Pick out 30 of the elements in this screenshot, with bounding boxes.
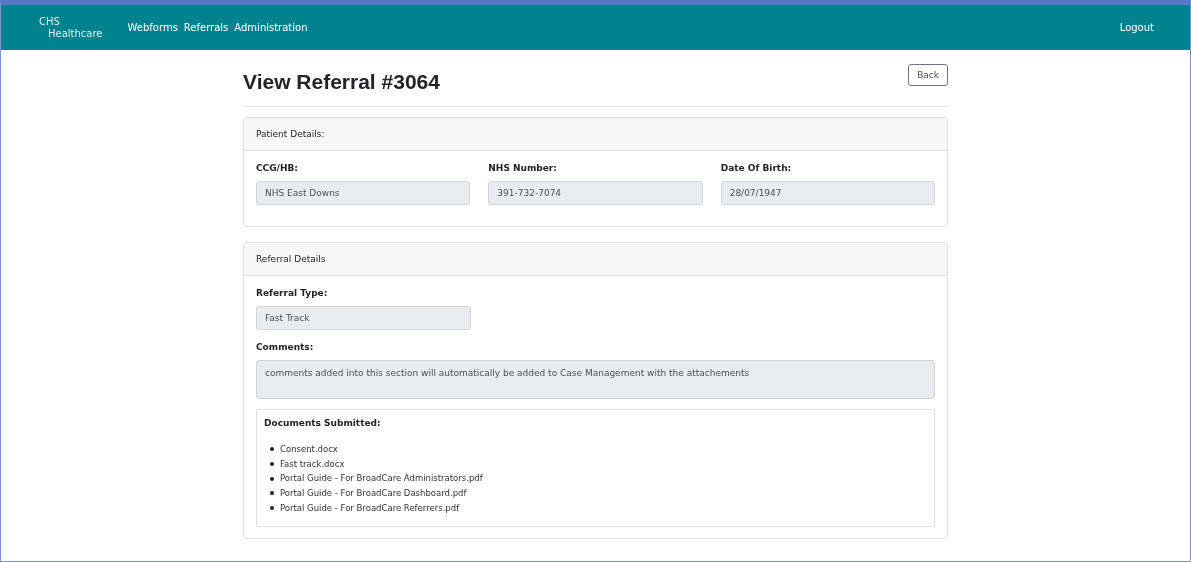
field-label: Comments: <box>256 342 315 352</box>
input-field[interactable]: 28/07/1947 <box>720 181 935 205</box>
documents-title: Documents Submitted: <box>264 418 382 428</box>
input-field[interactable]: 391-732-7074 <box>488 181 703 205</box>
bullet-icon <box>270 476 274 481</box>
comments-textarea[interactable]: comments added into this section will automatically be added to Case Management with the attachements <box>256 360 935 399</box>
logo[interactable]: CHS Healthcare <box>39 14 103 41</box>
bullet-icon <box>270 506 274 511</box>
bullet-icon <box>270 491 274 496</box>
input-field[interactable]: NHS East Downs <box>256 181 471 205</box>
field-label: Referral Type: <box>256 288 329 298</box>
nav-link[interactable]: Webforms <box>127 22 178 33</box>
document-link[interactable]: Consent.docx <box>280 442 338 457</box>
document-link[interactable]: Portal Guide - For BroadCare Referrers.pdf <box>280 500 460 516</box>
nav-link[interactable]: Administration <box>234 22 308 33</box>
bullet-icon <box>270 462 274 467</box>
field-label: Date Of Birth: <box>720 163 793 173</box>
document-link[interactable]: Portal Guide - For BroadCare Dashboard.pdf <box>280 486 467 501</box>
card-header: Referral Details <box>244 243 947 276</box>
logout-link[interactable]: Logout <box>1119 22 1154 33</box>
input-field[interactable]: Fast Track <box>256 306 471 330</box>
field-label: CCG/HB: <box>256 163 299 173</box>
page-title: View Referral #3064 <box>243 70 440 94</box>
card-header: Patient Details: <box>244 118 947 151</box>
nav-link[interactable]: Referrals <box>183 22 229 33</box>
back-button[interactable]: Back <box>908 64 948 86</box>
bullet-icon <box>270 447 274 452</box>
document-link[interactable]: Portal Guide - For BroadCare Administrators.pdf <box>280 471 483 487</box>
document-link[interactable]: Fast track.docx <box>280 456 345 472</box>
field-label: NHS Number: <box>488 163 558 173</box>
